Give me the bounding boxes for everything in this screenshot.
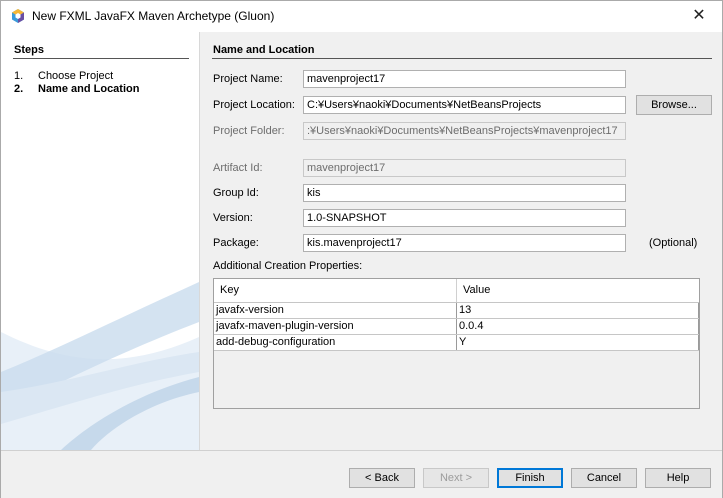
main-panel: Name and Location Project Name: mavenpro… <box>199 32 723 450</box>
group-id-field[interactable]: kis <box>303 184 626 202</box>
project-location-field[interactable]: C:¥Users¥naoki¥Documents¥NetBeansProject… <box>303 96 626 114</box>
table-header: Key Value <box>214 279 699 303</box>
section-divider <box>212 58 712 59</box>
project-folder-field: :¥Users¥naoki¥Documents¥NetBeansProjects… <box>303 122 626 140</box>
step-name-and-location: 2. Name and Location <box>14 83 139 95</box>
step-choose-project: 1. Choose Project <box>14 70 113 82</box>
properties-table[interactable]: Key Value javafx-version 13 javafx-maven… <box>213 278 700 409</box>
window-title: New FXML JavaFX Maven Archetype (Gluon) <box>32 9 275 23</box>
project-folder-label: Project Folder: <box>213 125 285 137</box>
table-cell-value[interactable]: 0.0.4 <box>457 319 699 334</box>
finish-button[interactable]: Finish <box>497 468 563 488</box>
netbeans-cube-icon <box>12 9 24 23</box>
project-name-label: Project Name: <box>213 73 283 85</box>
back-button[interactable]: < Back <box>349 468 415 488</box>
artifact-id-label: Artifact Id: <box>213 162 263 174</box>
project-location-label: Project Location: <box>213 99 295 111</box>
step-label: Choose Project <box>38 70 114 82</box>
steps-panel: Steps 1. Choose Project 2. Name and Locati… <box>1 32 199 450</box>
title-bar: New FXML JavaFX Maven Archetype (Gluon) … <box>1 1 722 32</box>
package-optional-hint: (Optional) <box>649 237 698 249</box>
section-heading: Name and Location <box>213 44 315 56</box>
wizard-window: New FXML JavaFX Maven Archetype (Gluon) … <box>0 0 723 498</box>
version-field[interactable]: 1.0-SNAPSHOT <box>303 209 626 227</box>
project-name-field[interactable]: mavenproject17 <box>303 70 626 88</box>
package-label: Package: <box>213 237 259 249</box>
button-bar: < Back Next > Finish Cancel Help <box>1 450 722 498</box>
properties-label: Additional Creation Properties: <box>213 260 363 272</box>
column-header-key[interactable]: Key <box>214 279 457 302</box>
group-id-label: Group Id: <box>213 187 259 199</box>
cancel-button[interactable]: Cancel <box>571 468 637 488</box>
help-button[interactable]: Help <box>645 468 711 488</box>
table-row[interactable]: javafx-maven-plugin-version 0.0.4 <box>214 319 699 335</box>
table-cell-key[interactable]: add-debug-configuration <box>214 335 457 350</box>
steps-divider <box>13 58 189 59</box>
close-icon[interactable]: ✕ <box>681 4 717 28</box>
table-row[interactable]: javafx-version 13 <box>214 303 699 319</box>
table-row[interactable]: add-debug-configuration Y <box>214 335 699 351</box>
table-cell-value[interactable]: Y <box>457 335 699 350</box>
table-cell-key[interactable]: javafx-maven-plugin-version <box>214 319 457 334</box>
wizard-content: Steps 1. Choose Project 2. Name and Locati… <box>1 32 722 450</box>
table-cell-value[interactable]: 13 <box>457 303 699 318</box>
table-cell-key[interactable]: javafx-version <box>214 303 457 318</box>
package-field[interactable]: kis.mavenproject17 <box>303 234 626 252</box>
next-button[interactable]: Next > <box>423 468 489 488</box>
artifact-id-field: mavenproject17 <box>303 159 626 177</box>
column-header-value[interactable]: Value <box>457 279 699 302</box>
step-number: 2. <box>14 83 24 95</box>
browse-button[interactable]: Browse... <box>636 95 712 115</box>
version-label: Version: <box>213 212 253 224</box>
step-number: 1. <box>14 70 24 82</box>
steps-heading: Steps <box>14 44 44 56</box>
step-label: Name and Location <box>38 83 140 95</box>
